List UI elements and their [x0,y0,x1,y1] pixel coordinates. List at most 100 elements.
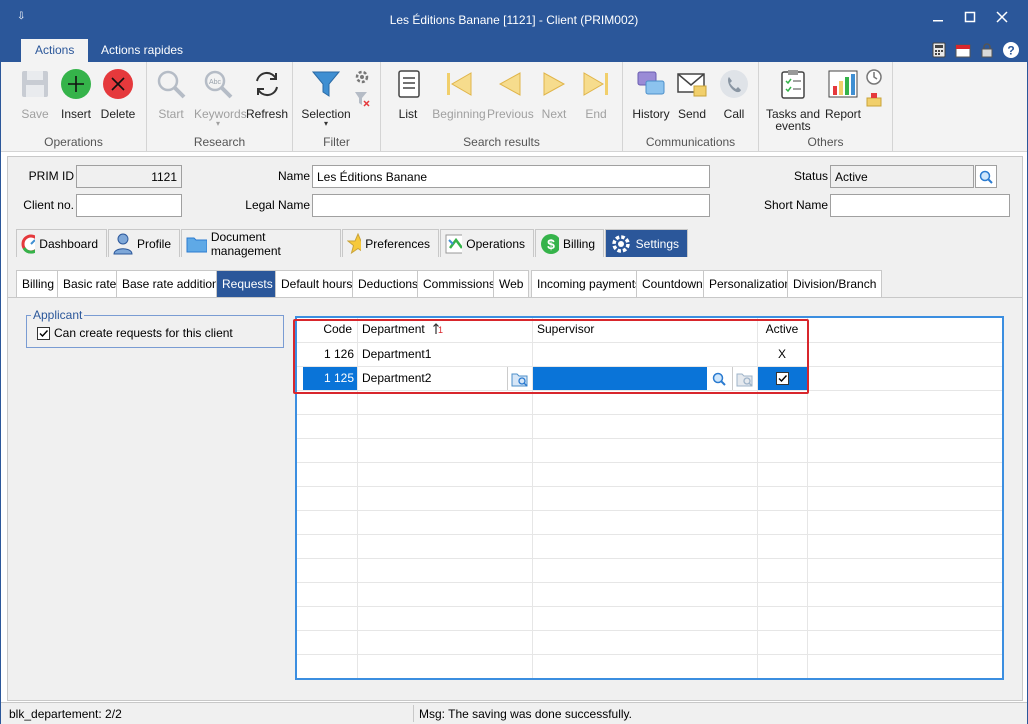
help-icon[interactable]: ? [1001,40,1021,60]
prim-id-field: 1121 [76,165,182,188]
lock-icon[interactable] [977,40,997,60]
calendar-icon[interactable] [953,40,973,60]
supervisor-lookup-button[interactable] [732,367,757,390]
envelope-icon [677,73,707,97]
report-button[interactable]: Report [819,66,867,130]
list-scroll-icon [398,70,420,98]
department-lookup-button[interactable] [507,367,532,390]
ribbon-group-research: Start Abc Keywords ▾ Refresh Research [147,62,293,152]
maximize-button[interactable] [955,7,985,29]
legal-name-field[interactable] [312,194,710,217]
can-create-requests-label: Can create requests for this client [54,326,233,340]
close-button[interactable] [987,7,1017,29]
filter-settings-gear-icon[interactable] [353,68,371,86]
insert-button[interactable]: Insert [52,66,100,130]
svg-text:$: $ [547,236,555,252]
previous-button[interactable]: Previous [487,66,534,130]
client-form-panel: PRIM ID 1121 Client no. Name Les Édition… [7,156,1023,701]
clipboard-checklist-icon [781,70,805,99]
subtab-requests[interactable]: Requests [216,270,279,297]
row-2-supervisor-editor[interactable] [533,367,707,390]
row-1-active[interactable]: X [757,342,807,366]
call-button[interactable]: Call [710,66,758,130]
calculator-icon[interactable] [929,40,949,60]
subtab-divider [8,297,1022,298]
minimize-button[interactable] [923,7,953,29]
row-2-code[interactable]: 1 125 [303,366,354,390]
tasks-and-events-button[interactable]: Tasks and events [765,66,821,132]
client-no-field[interactable] [76,194,182,217]
send-button[interactable]: Send [668,66,716,130]
status-record-count: blk_departement: 2/2 [9,707,122,721]
user-profile-icon [113,233,133,254]
tab-operations[interactable]: Operations [440,229,534,257]
refresh-button[interactable]: Refresh [243,66,291,130]
column-header-department[interactable]: Department [362,318,425,340]
end-button[interactable]: End [573,66,619,130]
subtab-countdown[interactable]: Countdown [636,270,709,297]
short-name-field[interactable] [830,194,1010,217]
selection-dropdown-icon[interactable]: ▾ [301,120,351,128]
previous-record-icon [498,72,521,96]
status-bar: blk_departement: 2/2 Msg: The saving was… [1,702,1027,724]
dashboard-gauge-icon [21,234,36,254]
subtab-default-hours[interactable]: Default hours [275,270,359,297]
folder-icon [186,237,207,252]
next-button[interactable]: Next [531,66,577,130]
subtab-basic-rate[interactable]: Basic rate [57,270,123,297]
bar-chart-report-icon [828,70,858,98]
keywords-button[interactable]: Abc Keywords ▾ [194,66,247,130]
sort-ascending-icon: 1 [433,322,443,336]
subtab-web[interactable]: Web [493,270,530,297]
selection-button[interactable]: Selection ▾ [301,66,351,130]
magnifier-icon [157,70,186,99]
subtab-billing[interactable]: Billing [16,270,61,297]
departments-grid[interactable]: Code Department 1 Supervisor Active 1 12… [295,316,1004,680]
row-2-active-checkbox[interactable]: ☑ [776,372,789,385]
status-label: Status [793,169,828,183]
window-title: Les Éditions Banane [1121] - Client (PRI… [389,13,639,27]
subtab-personalization[interactable]: Personalization [703,270,798,297]
row-1-department[interactable]: Department1 [362,342,431,366]
supervisor-search-button[interactable] [707,367,731,390]
beginning-button[interactable]: Beginning [432,66,486,130]
group-label-filter: Filter [323,135,350,149]
start-button[interactable]: Start [147,66,195,130]
tab-profile[interactable]: Profile [108,229,180,257]
clear-filter-icon[interactable] [353,90,371,108]
inbox-tray-icon[interactable] [865,90,883,108]
ribbon-tab-actions[interactable]: Actions [21,39,89,62]
subtab-commissions[interactable]: Commissions [417,270,502,297]
column-header-supervisor[interactable]: Supervisor [537,318,594,340]
row-1-code[interactable]: 1 126 [297,342,354,366]
maximize-icon [964,11,976,23]
row-2-active-cell[interactable]: ☑ [758,367,807,390]
subtab-division-branch[interactable]: Division/Branch [787,270,883,297]
applicant-legend: Applicant [31,308,85,322]
can-create-requests-checkbox[interactable] [37,327,50,340]
dollar-coin-icon: $ [541,233,559,254]
row-2-department[interactable]: Department2 [362,366,431,390]
applicant-groupbox: Applicant Can create requests for this c… [26,308,284,348]
subtab-deductions[interactable]: Deductions [352,270,425,297]
tab-preferences[interactable]: Preferences [342,229,439,257]
delete-button[interactable]: Delete [94,66,142,130]
keywords-dropdown-icon[interactable]: ▾ [194,120,242,128]
short-name-label: Short Name [763,198,828,212]
tab-dashboard[interactable]: Dashboard [16,229,107,257]
tab-document-management[interactable]: Document management [181,229,341,258]
tab-settings[interactable]: Settings [605,229,688,257]
subtab-incoming-payments[interactable]: Incoming payments [531,270,648,297]
clock-icon[interactable] [865,68,883,86]
status-field: Active [830,165,974,188]
ribbon-tab-actions-rapides[interactable]: Actions rapides [87,39,197,62]
name-field[interactable]: Les Éditions Banane [312,165,710,188]
status-lookup-button[interactable] [975,165,997,188]
subtab-base-rate-addition[interactable]: Base rate addition [116,270,225,297]
name-label: Name [277,169,310,183]
first-record-icon [447,72,472,96]
tab-billing[interactable]: $ Billing [535,229,604,257]
column-header-active[interactable]: Active [757,318,807,340]
list-button[interactable]: List [385,66,431,130]
column-header-code[interactable]: Code [297,318,352,340]
